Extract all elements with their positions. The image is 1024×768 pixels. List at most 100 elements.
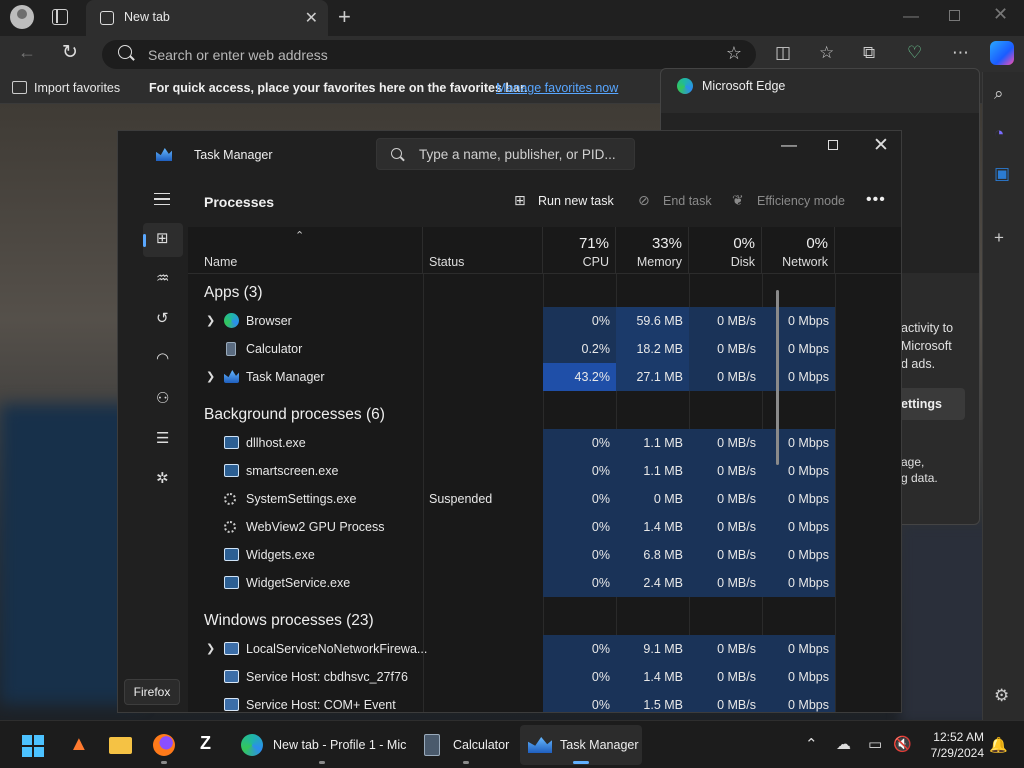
sidebar-search-icon[interactable]: ⌕ [994,84,1004,104]
taskbar-app-flame[interactable]: ▲ [58,725,98,765]
tab-close-icon[interactable]: ✕ [305,8,318,28]
table-row[interactable]: Service Host: cbdhsvc_27f76 0% 1.4 MB 0 MB/… [188,663,901,691]
sidebar-settings-icon[interactable]: ⚙ [994,686,1009,706]
table-row[interactable]: ❯ LocalServiceNoNetworkFirewa... 0% 9.1 MB… [188,635,901,663]
calculator-icon [226,342,236,356]
process-status [429,307,541,335]
process-search[interactable] [376,138,635,170]
browser-close-button[interactable]: ✕ [993,4,1008,25]
page-title: Processes [204,194,275,210]
clock-date[interactable]: 7/29/2024 [922,746,984,760]
tab-actions-icon[interactable] [52,9,68,25]
maximize-button[interactable] [828,140,838,150]
close-button[interactable]: ✕ [873,134,889,157]
collections-icon[interactable]: ⧉ [863,43,875,63]
clock-time[interactable]: 12:52 AM [928,730,984,744]
import-favorites-button[interactable]: Import favorites [34,81,120,95]
browser-minimize-button[interactable]: — [903,8,919,26]
nav-app-history[interactable]: ↺ [143,303,183,337]
process-network: 0 Mbps [762,569,835,597]
favorite-star-icon[interactable]: ☆ [726,43,742,64]
profile-avatar[interactable] [10,5,34,29]
name-column-header[interactable]: ⌃ Name [188,227,423,274]
table-row[interactable]: WebView2 GPU Process 0% 1.4 MB 0 MB/s 0 Mbps [188,513,901,541]
table-row[interactable]: dllhost.exe 0% 1.1 MB 0 MB/s 0 Mbps [188,429,901,457]
tray-cloud-icon[interactable]: ☁ [836,735,851,753]
notification-bell-icon[interactable]: 🔔 [989,736,1008,754]
process-network: 0 Mbps [762,363,835,391]
network-icon[interactable]: ▭ [868,735,882,753]
browser-essentials-icon[interactable]: ♡ [907,43,922,63]
process-search-input[interactable] [419,139,629,169]
nav-users[interactable]: ⚇ [143,383,183,417]
browser-tab[interactable]: New tab ✕ [86,0,328,36]
back-button[interactable]: ← [18,42,36,63]
cpu-column-header[interactable]: 71% CPU [543,227,616,274]
sidebar-copilot-icon[interactable]: ◔ [994,124,1004,144]
nav-performance[interactable]: ♒ [143,263,183,297]
table-row[interactable]: smartscreen.exe 0% 1.1 MB 0 MB/s 0 Mbps [188,457,901,485]
sidebar-add-icon[interactable]: + [994,228,1004,248]
tray-overflow-chevron-icon[interactable]: ⌃ [805,735,818,753]
browser-restore-button[interactable] [949,10,960,21]
end-task-button[interactable]: End task [663,194,712,208]
taskbar-app-z[interactable]: Z [188,725,228,765]
nav-services[interactable]: ✲ [143,463,183,497]
expand-chevron-icon[interactable]: ❯ [206,307,215,335]
process-status [429,335,541,363]
taskbar-calculator[interactable]: Calculator [416,725,516,765]
hamburger-menu-icon[interactable] [154,193,170,205]
reload-button[interactable]: ↻ [62,41,78,64]
group-header-windows[interactable]: Windows processes (23) [188,607,901,635]
new-tab-button[interactable]: + [338,4,351,30]
expand-chevron-icon[interactable]: ❯ [206,363,215,391]
process-disk: 0 MB/s [689,541,762,569]
status-column-header[interactable]: Status [423,227,543,274]
expand-chevron-icon[interactable]: ❯ [206,635,215,663]
sidebar-outlook-icon[interactable]: ▣ [994,164,1010,184]
minimize-button[interactable]: — [781,137,797,155]
table-row[interactable]: WidgetService.exe 0% 2.4 MB 0 MB/s 0 Mbps [188,569,901,597]
favorites-icon[interactable]: ☆ [819,43,834,63]
edge-browser-icon [224,313,239,328]
address-bar[interactable]: ☆ [102,40,756,69]
network-column-header[interactable]: 0% Network [762,227,835,274]
disk-column-header[interactable]: 0% Disk [689,227,762,274]
edge-panel-title: Microsoft Edge [702,79,786,93]
taskbar-firefox[interactable] [144,725,184,765]
process-list-scrollbar[interactable] [776,290,779,465]
process-cpu: 0% [543,513,616,541]
group-header-apps[interactable]: Apps (3) [188,279,901,307]
efficiency-mode-button[interactable]: Efficiency mode [757,194,845,208]
group-header-background[interactable]: Background processes (6) [188,401,901,429]
manage-favorites-link[interactable]: Manage favorites now [496,81,618,95]
taskbar-file-explorer[interactable] [100,725,140,765]
window-app-icon [224,576,239,589]
process-memory: 1.4 MB [616,513,689,541]
taskbar-task-manager[interactable]: Task Manager [520,725,642,765]
more-options-button[interactable]: ••• [866,191,886,209]
memory-column-header[interactable]: 33% Memory [616,227,689,274]
table-row[interactable]: ❯ Browser 0% 59.6 MB 0 MB/s 0 Mbps [188,307,901,335]
table-row[interactable]: Service Host: COM+ Event Sys...0%1.5 MB0… [188,691,901,712]
taskbar-edge[interactable]: New tab - Profile 1 - Mic [234,725,410,765]
address-input[interactable] [148,40,708,69]
copilot-icon[interactable] [990,41,1014,65]
table-row[interactable]: SystemSettings.exe Suspended 0% 0 MB 0 MB/s 0… [188,485,901,513]
table-row[interactable]: Calculator 0.2% 18.2 MB 0 MB/s 0 Mbps [188,335,901,363]
table-row[interactable]: Widgets.exe 0% 6.8 MB 0 MB/s 0 Mbps [188,541,901,569]
start-button[interactable] [12,725,54,765]
services-icon: ✲ [156,470,169,487]
nav-details[interactable]: ☰ [143,423,183,457]
table-row[interactable]: ❯ Task Manager 43.2% 27.1 MB 0 MB/s 0 Mbps [188,363,901,391]
run-new-task-button[interactable]: Run new task [538,194,614,208]
task-manager-window: Task Manager — ✕ ⊞ ♒ ↺ ◠ ⚇ ☰ ✲ Processes… [117,130,902,713]
nav-processes[interactable]: ⊞ [143,223,183,257]
settings-more-icon[interactable]: ⋯ [952,43,969,63]
volume-muted-icon[interactable]: 🔇 [893,735,912,753]
process-disk: 0 MB/s [689,363,762,391]
group-label-background: Background processes (6) [204,406,385,423]
nav-startup-apps[interactable]: ◠ [143,343,183,377]
split-screen-icon[interactable]: ◫ [775,43,791,63]
process-disk: 0 MB/s [689,485,762,513]
